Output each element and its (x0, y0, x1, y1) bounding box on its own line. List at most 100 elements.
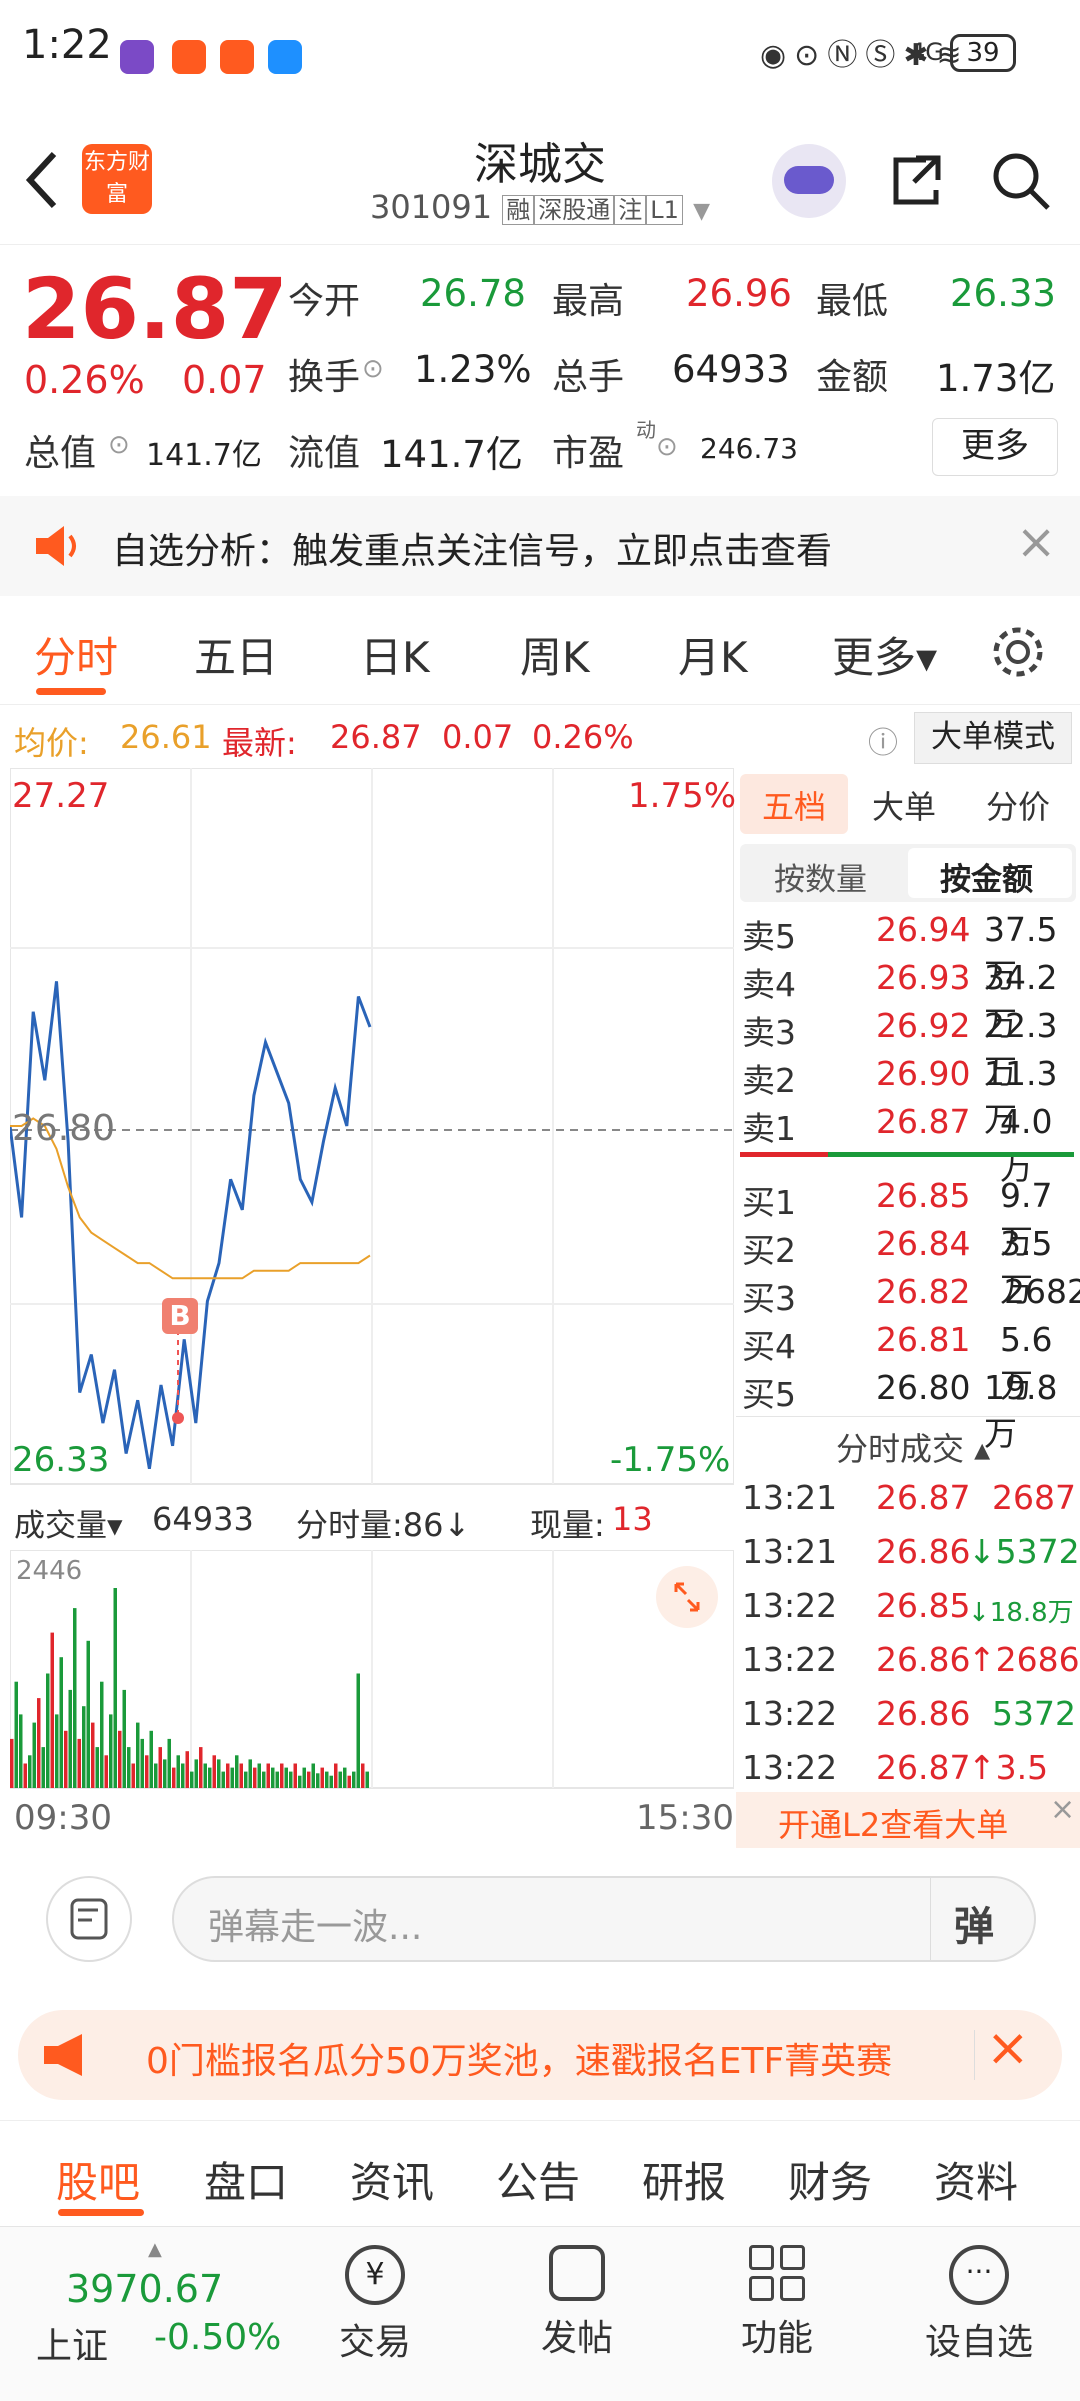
volume-bar (212, 1755, 216, 1788)
buy-marker[interactable]: B (162, 1298, 198, 1334)
ask-row[interactable]: 卖3 26.92 22.3万 (736, 1002, 1080, 1091)
danmu-settings-button[interactable] (46, 1876, 132, 1962)
share-icon[interactable] (886, 150, 946, 210)
info-icon[interactable]: ⊙ (362, 354, 384, 384)
volume-bar (302, 1767, 306, 1788)
volume-bar (158, 1747, 162, 1788)
tag-connect: 深股通 (534, 195, 615, 225)
tab-by-quantity[interactable]: 按数量 (774, 854, 867, 899)
nav-functions[interactable]: 功能 (702, 2245, 852, 2361)
bid-row[interactable]: 买5 26.80 19.8万 (736, 1364, 1080, 1453)
bid-row[interactable]: 买1 26.85 9.7万 (736, 1172, 1080, 1261)
avg-value: 26.61 (120, 718, 212, 756)
volume-bar (190, 1771, 194, 1788)
bid-row[interactable]: 买3 26.82 2682 (736, 1268, 1080, 1318)
volume-bar (271, 1767, 275, 1788)
chevron-left-icon[interactable] (22, 150, 62, 210)
bid-row[interactable]: 买4 26.81 5.6万 (736, 1316, 1080, 1405)
tab-weekly-k[interactable]: 周K (520, 624, 590, 685)
tab-daily-k[interactable]: 日K (360, 624, 430, 685)
bid-row[interactable]: 买2 26.84 3.5万 (736, 1220, 1080, 1309)
latest-percent: 0.26% (532, 718, 634, 756)
tab-announcement[interactable]: 公告 (496, 2149, 580, 2210)
nav-trade[interactable]: ¥ 交易 (300, 2245, 450, 2365)
amount-value: 1.73亿 (936, 357, 1056, 400)
volume-chart[interactable]: 2446 (9, 1549, 735, 1790)
close-icon[interactable]: × (986, 2018, 1030, 2078)
l2-upgrade-banner[interactable]: 开通L2查看大单 × (736, 1792, 1080, 1848)
big-order-mode-button[interactable]: 大单模式 (914, 712, 1072, 764)
period-volume: 分时量:86↓ (296, 1506, 471, 1544)
volume-bar (199, 1747, 203, 1788)
tab-by-amount[interactable]: 按金额 (940, 854, 1033, 899)
tab-news[interactable]: 资讯 (350, 2149, 434, 2210)
danmu-send-button[interactable]: 弹 (954, 1894, 994, 1952)
volume-indicator-dropdown[interactable]: 成交量▾ (14, 1500, 123, 1545)
more-button[interactable]: 更多 (932, 418, 1058, 476)
volume-bar (338, 1771, 342, 1788)
ask-row[interactable]: 卖1 26.87 4.0万 (736, 1098, 1080, 1187)
gear-icon[interactable] (990, 624, 1046, 680)
nav-add-watchlist[interactable]: ··· 设自选 (904, 2245, 1054, 2365)
tab-market[interactable]: 盘口 (204, 2149, 288, 2210)
intraday-chart[interactable]: 27.27 1.75% 26.80 26.33 -1.75% B (8, 767, 736, 1488)
help-icon[interactable]: ⓘ (868, 718, 898, 762)
volume-bar (77, 1738, 81, 1788)
nav-functions-label: 功能 (740, 2318, 813, 2359)
stock-code-line[interactable]: 301091 融深股通注 L1 ▼ (340, 188, 740, 226)
trade-row: 13:21 26.87 2687 (742, 1478, 1076, 1517)
expand-icon[interactable] (656, 1566, 718, 1628)
ask-row[interactable]: 卖5 26.94 37.5万 (736, 906, 1080, 995)
close-icon[interactable]: × (1016, 514, 1056, 570)
speaker-icon (36, 526, 76, 566)
active-tab-indicator (58, 2209, 144, 2216)
notice-text: 自选分析：触发重点关注信号，立即点击查看 (112, 531, 833, 572)
latest-change: 0.07 (442, 718, 514, 756)
volume-bar (14, 1681, 18, 1788)
tab-more[interactable]: 更多▾ (832, 624, 937, 685)
quote-panel: 26.87 0.26% 0.07 今开 26.78 最高 26.96 最低 26… (0, 246, 1080, 494)
close-icon[interactable]: × (1050, 1792, 1075, 1827)
assistant-avatar[interactable] (772, 144, 846, 218)
volume-bar (284, 1767, 288, 1788)
trades-title[interactable]: 分时成交 ▴ (836, 1424, 990, 1470)
volume-bar (289, 1771, 293, 1788)
high-value: 26.96 (686, 272, 792, 315)
index-value: 3970.67 (66, 2267, 224, 2311)
volume-bar (298, 1775, 302, 1788)
ask-row[interactable]: 卖2 26.90 11.3万 (736, 1050, 1080, 1139)
danmu-input[interactable]: 弹幕走一波... 弹 (172, 1876, 1036, 1962)
amount-label: 金额 (816, 357, 889, 398)
tab-monthly-k[interactable]: 月K (678, 624, 748, 685)
low-label: 最低 (816, 281, 889, 322)
battery-icon: 39 (950, 34, 1016, 72)
tab-research[interactable]: 研报 (642, 2149, 726, 2210)
high-label: 最高 (552, 281, 625, 322)
chart-bottom-percent: -1.75% (610, 1440, 731, 1480)
trade-row: 13:21 26.86 ↓5372 (742, 1532, 1080, 1571)
volume-bar (343, 1767, 347, 1788)
volume-bar (95, 1747, 99, 1788)
signal-notice[interactable]: 自选分析：触发重点关注信号，立即点击查看 × (0, 496, 1080, 596)
tab-big-order[interactable]: 大单 (872, 782, 936, 828)
tab-finance[interactable]: 财务 (788, 2149, 872, 2210)
tab-five-level[interactable]: 五档 (762, 782, 826, 828)
search-icon[interactable] (990, 150, 1052, 212)
promo-banner[interactable]: 0门槛报名瓜分50万奖池，速戳报名ETF菁英赛 × (18, 2010, 1062, 2100)
nav-post[interactable]: 发帖 (502, 2245, 652, 2361)
ask-row[interactable]: 卖4 26.93 34.2万 (736, 954, 1080, 1043)
info-icon[interactable]: ⊙ (656, 432, 678, 462)
volume-bar (145, 1755, 149, 1788)
volume-bar (208, 1767, 212, 1788)
tab-profile[interactable]: 资料 (934, 2149, 1018, 2210)
info-icon[interactable]: ⊙ (108, 430, 130, 460)
tab-price-distribution[interactable]: 分价 (986, 782, 1050, 828)
tab-forum[interactable]: 股吧 (56, 2149, 140, 2210)
volume-bar (334, 1763, 338, 1788)
tab-five-day[interactable]: 五日 (194, 624, 278, 685)
index-ticker[interactable]: ▲ 3970.67 上证 -0.50% (20, 2237, 290, 2387)
tab-intraday[interactable]: 分时 (34, 624, 118, 685)
volume-bar (365, 1771, 369, 1788)
l2-upgrade-text: 开通L2查看大单 (778, 1806, 1009, 1844)
yen-icon: ¥ (345, 2245, 405, 2305)
